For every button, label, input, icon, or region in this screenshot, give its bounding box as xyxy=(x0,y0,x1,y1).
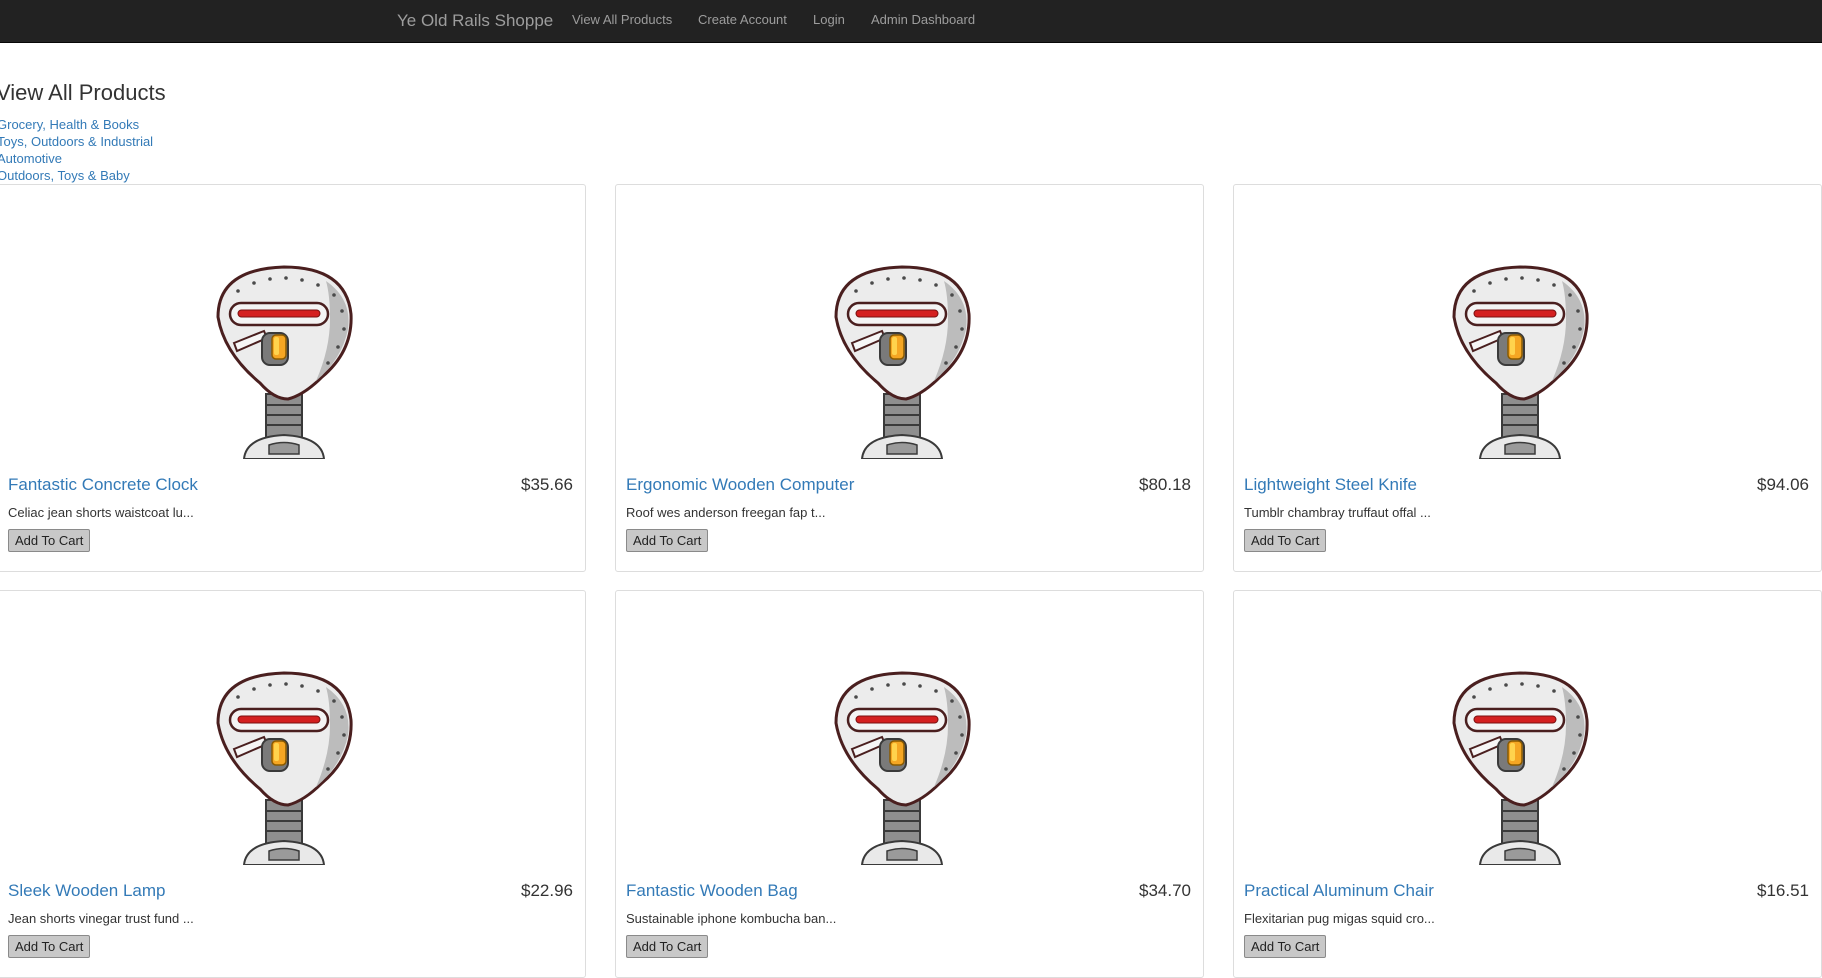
product-card: Lightweight Steel Knife $94.06 Tumblr ch… xyxy=(1233,184,1822,572)
product-card: Sleek Wooden Lamp $22.96 Jean shorts vin… xyxy=(0,590,586,978)
product-name-link[interactable]: Practical Aluminum Chair xyxy=(1244,881,1434,901)
product-price: $80.18 xyxy=(1139,475,1191,494)
add-to-cart-button[interactable]: Add To Cart xyxy=(1244,935,1327,958)
product-price: $22.96 xyxy=(521,881,573,900)
add-to-cart-button[interactable]: Add To Cart xyxy=(8,935,91,958)
add-to-cart-button[interactable]: Add To Cart xyxy=(8,529,91,552)
product-price: $94.06 xyxy=(1757,475,1809,494)
product-price: $34.70 xyxy=(1139,881,1191,900)
category-list: Grocery, Health & Books Toys, Outdoors &… xyxy=(0,116,153,184)
product-description: Jean shorts vinegar trust fund ... xyxy=(8,911,194,926)
product-card: Fantastic Wooden Bag $34.70 Sustainable … xyxy=(615,590,1204,978)
product-name-link[interactable]: Sleek Wooden Lamp xyxy=(8,881,166,901)
robot-head-icon[interactable] xyxy=(204,259,364,459)
product-price: $35.66 xyxy=(521,475,573,494)
robot-head-icon[interactable] xyxy=(1440,259,1600,459)
nav-login[interactable]: Login xyxy=(813,0,845,43)
product-description: Celiac jean shorts waistcoat lu... xyxy=(8,505,194,520)
robot-head-icon[interactable] xyxy=(822,665,982,865)
top-navbar: Ye Old Rails Shoppe View All Products Cr… xyxy=(0,0,1822,43)
product-name-link[interactable]: Lightweight Steel Knife xyxy=(1244,475,1417,495)
product-card: Fantastic Concrete Clock $35.66 Celiac j… xyxy=(0,184,586,572)
product-description: Sustainable iphone kombucha ban... xyxy=(626,911,837,926)
nav-view-all-products[interactable]: View All Products xyxy=(572,0,672,43)
product-name-link[interactable]: Fantastic Concrete Clock xyxy=(8,475,198,495)
product-card: Practical Aluminum Chair $16.51 Flexitar… xyxy=(1233,590,1822,978)
robot-head-icon[interactable] xyxy=(204,665,364,865)
robot-head-icon[interactable] xyxy=(822,259,982,459)
add-to-cart-button[interactable]: Add To Cart xyxy=(1244,529,1327,552)
add-to-cart-button[interactable]: Add To Cart xyxy=(626,529,709,552)
category-link[interactable]: Grocery, Health & Books xyxy=(0,116,153,133)
category-link[interactable]: Automotive xyxy=(0,150,153,167)
add-to-cart-button[interactable]: Add To Cart xyxy=(626,935,709,958)
product-card: Ergonomic Wooden Computer $80.18 Roof we… xyxy=(615,184,1204,572)
product-description: Flexitarian pug migas squid cro... xyxy=(1244,911,1435,926)
product-description: Tumblr chambray truffaut offal ... xyxy=(1244,505,1431,520)
page-title: View All Products xyxy=(0,80,166,105)
product-description: Roof wes anderson freegan fap t... xyxy=(626,505,826,520)
product-name-link[interactable]: Fantastic Wooden Bag xyxy=(626,881,798,901)
nav-create-account[interactable]: Create Account xyxy=(698,0,787,43)
product-price: $16.51 xyxy=(1757,881,1809,900)
nav-admin-dashboard[interactable]: Admin Dashboard xyxy=(871,0,975,43)
category-link[interactable]: Toys, Outdoors & Industrial xyxy=(0,133,153,150)
product-name-link[interactable]: Ergonomic Wooden Computer xyxy=(626,475,854,495)
category-link[interactable]: Outdoors, Toys & Baby xyxy=(0,167,153,184)
brand-link[interactable]: Ye Old Rails Shoppe xyxy=(397,0,553,43)
robot-head-icon[interactable] xyxy=(1440,665,1600,865)
